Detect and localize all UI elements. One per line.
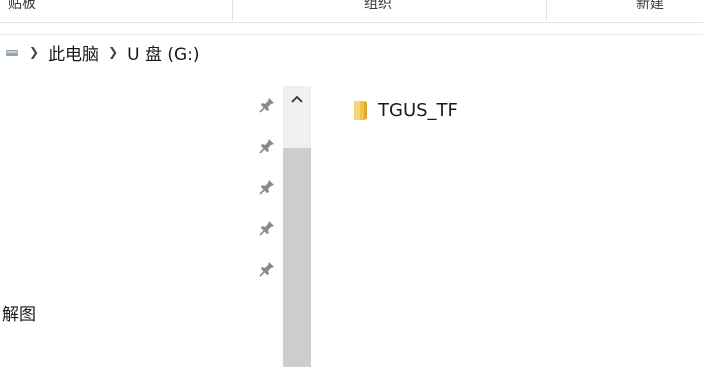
pin-icon[interactable] <box>258 137 276 155</box>
drive-icon <box>6 50 18 56</box>
ribbon: 贴板 组织 新建 <box>0 0 703 23</box>
chevron-right-icon[interactable]: ❯ <box>108 45 118 59</box>
chevron-right-icon[interactable]: ❯ <box>29 45 39 59</box>
pin-icon[interactable] <box>258 96 276 114</box>
breadcrumb[interactable]: ❯ 此电脑 ❯ U 盘 (G:) <box>0 34 703 69</box>
breadcrumb-this-pc[interactable]: 此电脑 <box>48 40 99 65</box>
pin-icon[interactable] <box>258 260 276 278</box>
nav-item-label[interactable]: 解图 <box>2 300 36 325</box>
ribbon-group-clipboard[interactable]: 贴板 <box>8 0 36 13</box>
chevron-up-icon <box>291 95 303 103</box>
breadcrumb-usb-drive[interactable]: U 盘 (G:) <box>127 40 199 65</box>
ribbon-group-new[interactable]: 新建 <box>636 0 664 13</box>
scroll-thumb[interactable] <box>283 148 311 367</box>
ribbon-group-organize[interactable]: 组织 <box>364 0 392 13</box>
scroll-up-button[interactable] <box>283 86 311 146</box>
ribbon-divider <box>232 0 233 20</box>
file-name: TGUS_TF <box>378 99 458 121</box>
folder-icon <box>354 101 367 120</box>
nav-scrollbar[interactable] <box>283 86 311 367</box>
ribbon-divider <box>546 0 547 20</box>
pin-icon[interactable] <box>258 178 276 196</box>
list-item[interactable]: TGUS_TF <box>352 96 458 124</box>
navigation-pane: 解图 <box>0 86 280 367</box>
pin-icon[interactable] <box>258 219 276 237</box>
